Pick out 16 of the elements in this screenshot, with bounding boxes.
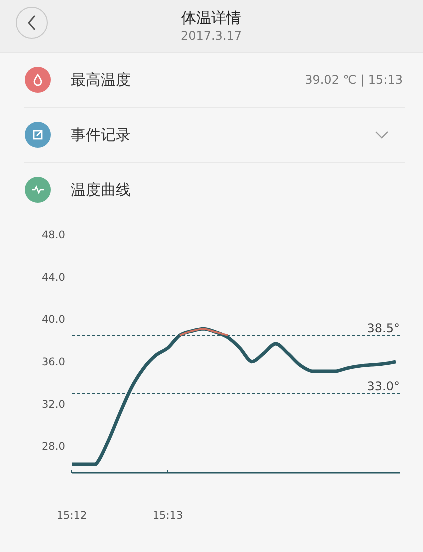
y-tick-label: 28.0 (42, 441, 66, 454)
row-label[interactable]: 事件记录 (71, 126, 375, 144)
date-subtitle: 2017.3.17 (180, 28, 242, 44)
row-label: 温度曲线 (71, 180, 132, 200)
y-tick-label: 48.0 (42, 230, 66, 242)
page-title: 体温详情 (182, 8, 242, 28)
y-tick-label: 32.0 (42, 398, 66, 411)
threshold-label: 33.0° (367, 380, 400, 394)
max-temperature-value: 39.02 ℃ | 15:13 (305, 73, 403, 87)
row-label: 最高温度 (71, 70, 132, 90)
y-tick-label: 36.0 (42, 356, 66, 369)
x-tick-label: 15:13 (152, 510, 184, 522)
threshold-label: 38.5° (367, 322, 400, 336)
y-tick-label: 40.0 (42, 314, 66, 326)
y-tick-label: 44.0 (42, 272, 66, 284)
x-tick-label: 15:12 (56, 510, 88, 522)
